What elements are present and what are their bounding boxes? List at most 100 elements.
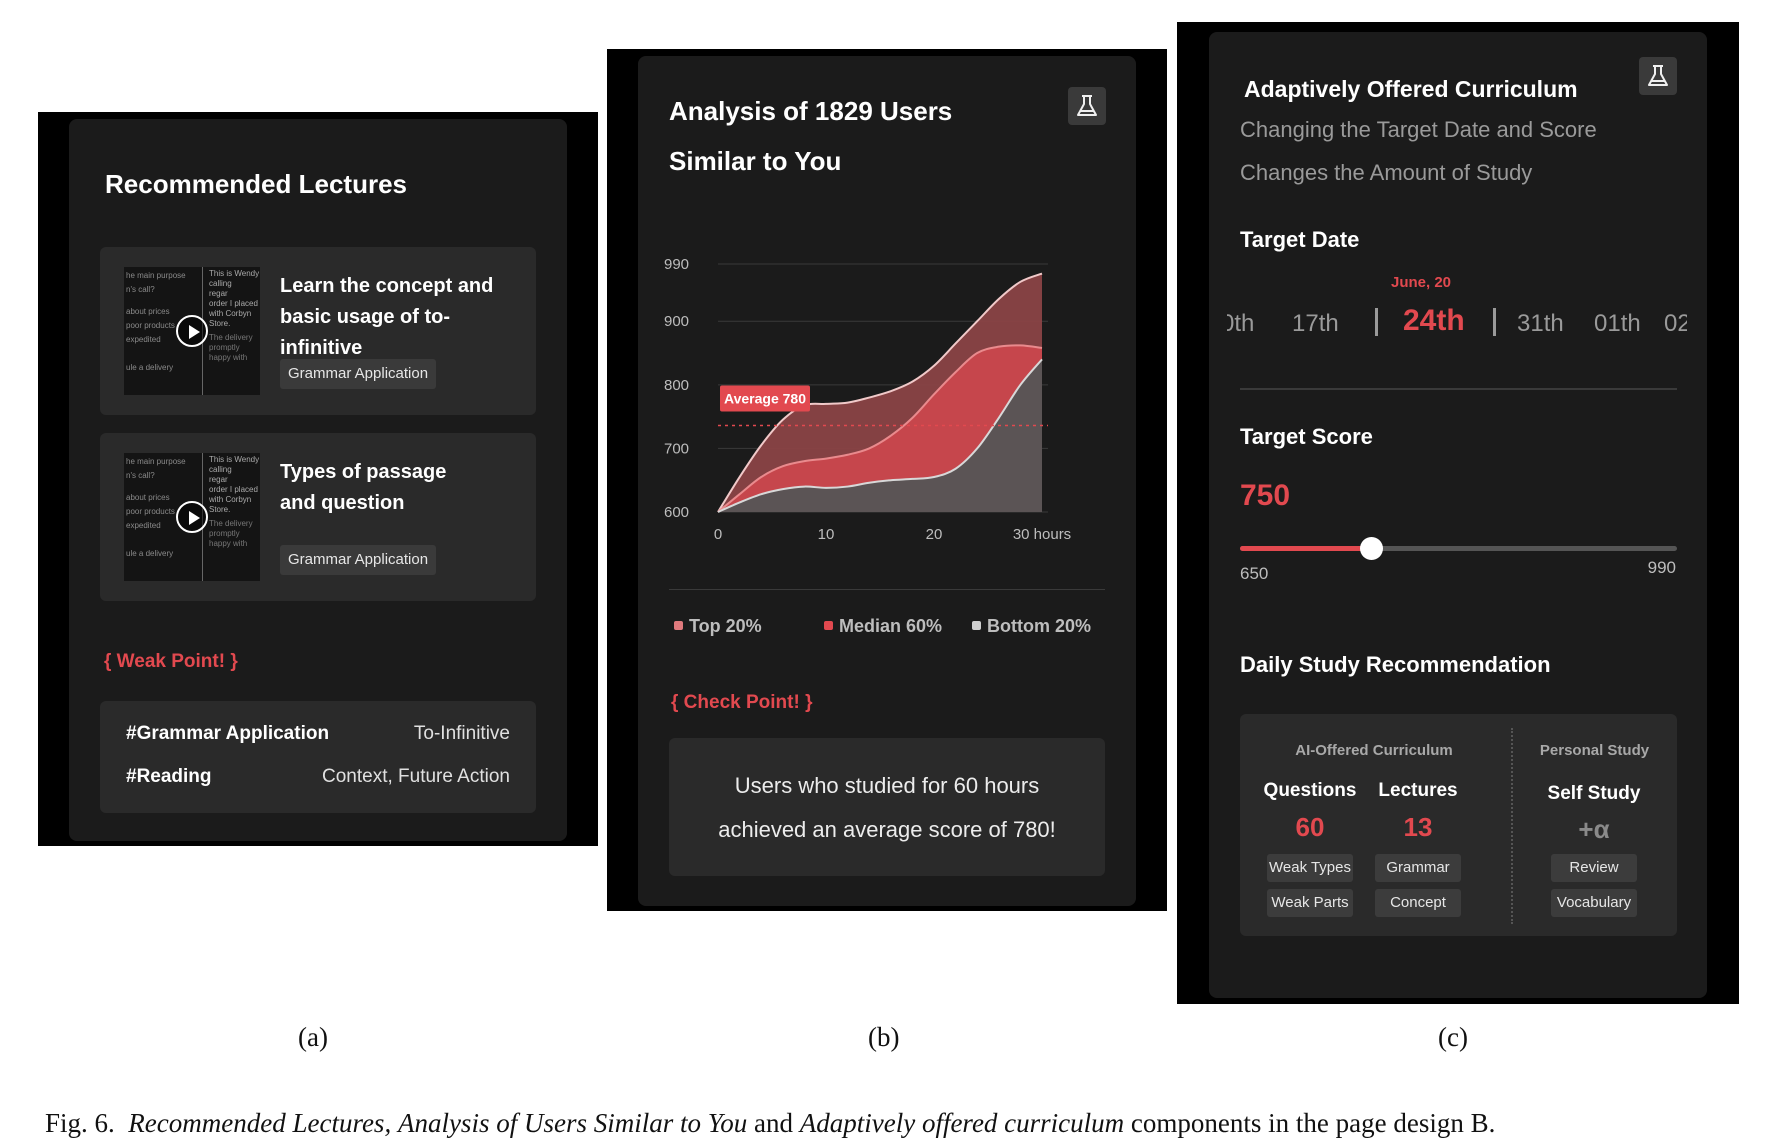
check-text-line: achieved an average score of 780!: [718, 817, 1056, 842]
y-tick-label: 900: [664, 313, 689, 330]
caption-part: Analysis of Users Similar to You: [397, 1108, 748, 1138]
similar-users-card: Analysis of 1829 Users Similar to You 99…: [638, 56, 1136, 906]
caption-part: and: [754, 1108, 793, 1138]
flask-icon[interactable]: [1639, 57, 1677, 95]
legend-bottom-20: Bottom 20%: [972, 616, 1091, 637]
recommended-lectures-screen: Recommended Lectures he main purpose n's …: [38, 112, 598, 846]
daily-study-box: AI-Offered Curriculum Personal Study Que…: [1240, 714, 1677, 936]
target-date-label: Target Date: [1240, 227, 1360, 252]
date-picker[interactable]: 0th 17th 24th 31th 01th 02: [1227, 304, 1687, 344]
weak-row-tag[interactable]: #Reading: [126, 766, 212, 788]
recommended-lectures-title: Recommended Lectures: [105, 169, 407, 199]
legend-median-60: Median 60%: [824, 616, 942, 637]
weak-point-label: { Weak Point! }: [104, 651, 238, 672]
lectures-value: 13: [1403, 812, 1433, 842]
legend-dot: [824, 621, 833, 630]
title-line-2: Similar to You: [669, 146, 842, 176]
grammar-chip[interactable]: Grammar: [1375, 854, 1461, 882]
caption-c: (c): [1438, 1022, 1468, 1052]
target-score-value: 750: [1240, 479, 1291, 512]
lecture-title[interactable]: Types of passage and question: [280, 457, 450, 519]
caption-b: (b): [868, 1022, 900, 1052]
caption-part: Adaptively offered curriculum: [799, 1108, 1125, 1138]
weak-row-value: Context, Future Action: [322, 766, 510, 787]
lecture-tag: Grammar Application: [280, 359, 437, 389]
slider-thumb[interactable]: [1360, 537, 1384, 560]
date-option[interactable]: 31th: [1517, 310, 1564, 338]
adaptive-curriculum-screen: Adaptively Offered Curriculum Changing t…: [1177, 22, 1739, 1004]
curriculum-title: Adaptively Offered Curriculum: [1244, 76, 1578, 102]
x-tick-label: 10: [818, 526, 835, 543]
y-tick-label: 800: [664, 377, 689, 394]
date-option[interactable]: 01th: [1594, 310, 1641, 338]
weak-point-box: #Grammar Application To-Infinitive #Read…: [100, 701, 536, 813]
flask-icon[interactable]: [1068, 87, 1106, 125]
concept-chip[interactable]: Concept: [1375, 889, 1461, 917]
lecture-tag: Grammar Application: [280, 545, 437, 575]
adaptive-curriculum-card: Adaptively Offered Curriculum Changing t…: [1209, 32, 1707, 998]
weak-row-value: To-Infinitive: [413, 723, 510, 744]
date-option[interactable]: 0th: [1227, 310, 1254, 338]
lecture-thumbnail[interactable]: he main purpose n's call? about prices poo…: [124, 453, 260, 581]
score-area-chart: 990 900 800 700 600 0 10 20 30 hours Average 780: [664, 256, 1071, 543]
self-study-label: Self Study: [1547, 783, 1641, 804]
thumbnail-doc-right: This is Wendy calling regar order I placed…: [202, 453, 260, 581]
check-text-line: Users who studied for 60 hours: [734, 773, 1040, 798]
title-line-1: Analysis of 1829 Users: [669, 96, 953, 126]
x-tick-label: 30 hours: [1013, 526, 1071, 543]
date-separator: [1493, 308, 1496, 336]
self-study-value: +α: [1578, 814, 1610, 844]
score-slider[interactable]: [1240, 537, 1677, 560]
date-month: June, 20: [1391, 274, 1452, 291]
questions-value: 60: [1295, 812, 1325, 842]
x-tick-label: 20: [926, 526, 943, 543]
vocabulary-chip[interactable]: Vocabulary: [1551, 889, 1637, 917]
similar-users-title: Analysis of 1829 Users Similar to You: [669, 86, 952, 186]
thumbnail-doc-right: This is Wendy calling regar order I placed…: [202, 267, 260, 395]
weak-types-chip[interactable]: Weak Types: [1267, 854, 1353, 882]
legend-label: Bottom 20%: [987, 616, 1092, 636]
caption-part: Recommended Lectures,: [128, 1108, 392, 1138]
slider-fill: [1240, 546, 1372, 551]
date-option[interactable]: 02: [1664, 310, 1687, 338]
legend-label: Median 60%: [839, 616, 943, 636]
recommended-lectures-card: Recommended Lectures he main purpose n's …: [69, 119, 567, 841]
x-tick-label: 0: [714, 526, 722, 543]
date-option-selected[interactable]: 24th: [1403, 304, 1465, 338]
weak-parts-chip[interactable]: Weak Parts: [1267, 889, 1353, 917]
curriculum-subtitle: Changing the Target Date and Score: [1240, 117, 1597, 142]
average-label: Average 780: [724, 391, 806, 407]
lecture-item-2[interactable]: he main purpose n's call? about prices poo…: [100, 433, 536, 601]
play-icon[interactable]: [176, 315, 208, 347]
daily-study-label: Daily Study Recommendation: [1240, 652, 1551, 677]
date-option[interactable]: 17th: [1292, 310, 1339, 338]
caption-a: (a): [298, 1022, 328, 1052]
legend-label: Top 20%: [689, 616, 762, 636]
ai-curriculum-header: AI-Offered Curriculum: [1295, 742, 1453, 759]
caption-part: components in the page design B.: [1130, 1108, 1496, 1138]
legend-divider: [669, 589, 1105, 590]
curriculum-subtitle: Changes the Amount of Study: [1240, 160, 1533, 185]
check-point-box: Users who studied for 60 hours achieved …: [669, 738, 1105, 876]
date-separator: [1375, 308, 1378, 336]
play-icon[interactable]: [176, 501, 208, 533]
review-chip[interactable]: Review: [1551, 854, 1637, 882]
questions-label: Questions: [1263, 780, 1357, 801]
lecture-title[interactable]: Learn the concept and basic usage of to-…: [280, 271, 530, 364]
similar-users-screen: Analysis of 1829 Users Similar to You 99…: [607, 49, 1167, 911]
check-point-label: { Check Point! }: [671, 692, 813, 713]
figure-caption: Fig. 6. Recommended Lectures, Analysis o…: [45, 1108, 1495, 1139]
slider-max-label: 990: [1647, 558, 1676, 577]
y-tick-label: 600: [664, 504, 689, 521]
legend-dot: [972, 621, 981, 630]
column-separator: [1511, 728, 1513, 924]
figure-number: Fig. 6.: [45, 1108, 115, 1138]
lectures-label: Lectures: [1378, 780, 1458, 801]
lecture-thumbnail[interactable]: he main purpose n's call? about prices poo…: [124, 267, 260, 395]
lecture-item-1[interactable]: he main purpose n's call? about prices poo…: [100, 247, 536, 415]
legend-dot: [674, 621, 683, 630]
section-divider: [1240, 388, 1677, 390]
personal-study-header: Personal Study: [1539, 742, 1650, 759]
weak-row-tag[interactable]: #Grammar Application: [126, 723, 329, 745]
y-tick-label: 990: [664, 256, 689, 273]
